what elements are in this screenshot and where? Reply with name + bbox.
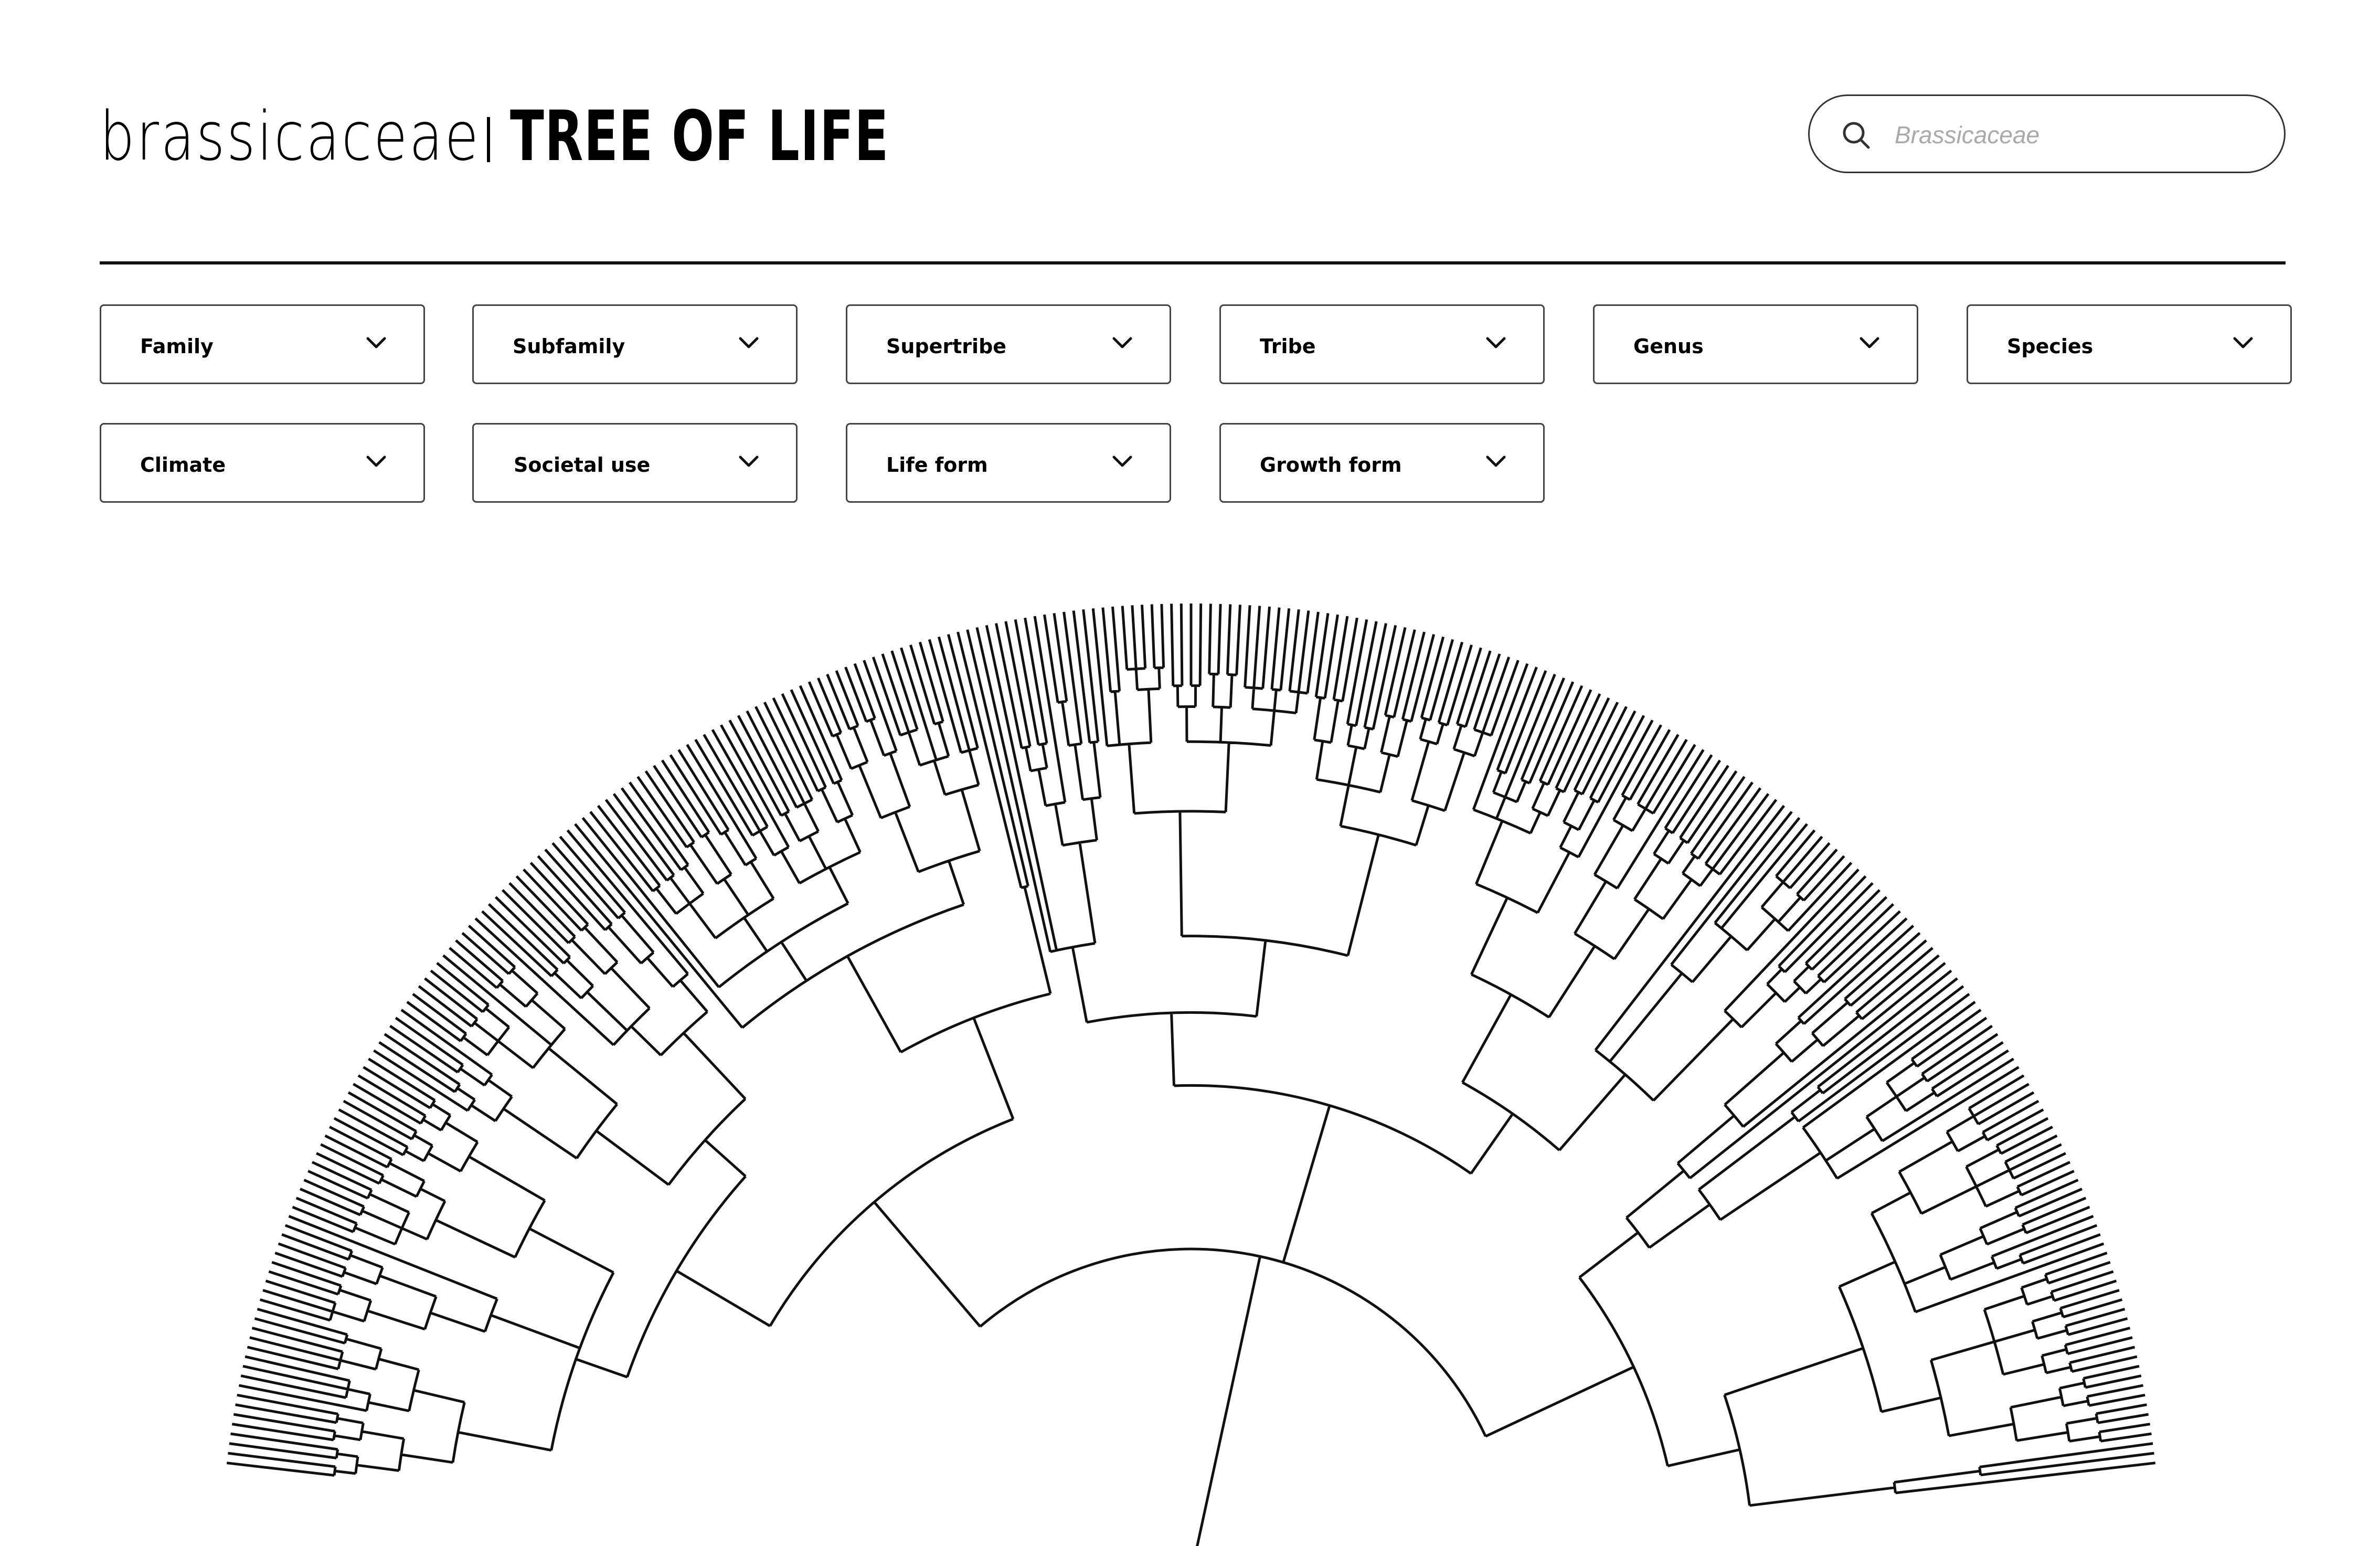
filter-tribe[interactable]: Tribe [1219,304,1545,384]
filter-species[interactable]: Species [1967,304,2292,384]
filter-label: Genus [1633,335,1704,358]
chevron-down-icon [366,337,386,348]
filter-label: Growth form [1260,453,1402,476]
filter-societal-use[interactable]: Societal use [472,423,798,503]
search-box[interactable] [1808,94,2286,173]
filter-label: Supertribe [886,335,1007,358]
filter-family[interactable]: Family [100,304,425,384]
brand-title: TREE OF LIFE [510,96,889,177]
tree-branches[interactable] [226,603,2156,1546]
chevron-down-icon [1486,456,1506,467]
tree-canvas[interactable] [0,551,2380,1546]
filter-label: Climate [140,453,226,476]
chevron-down-icon [1486,337,1506,348]
chevron-down-icon [739,337,759,348]
brand-separator [487,117,490,162]
brand-logo: brassicaceae TREE OF LIFE [100,92,1037,181]
filter-label: Life form [886,453,988,476]
filter-label: Subfamily [513,335,625,358]
chevron-down-icon [1860,337,1879,348]
filter-label: Species [2007,335,2094,358]
filter-label: Family [140,335,214,358]
chevron-down-icon [739,456,759,467]
header-divider [100,261,2286,264]
filter-label: Tribe [1260,335,1316,358]
filter-genus[interactable]: Genus [1593,304,1918,384]
filter-subfamily[interactable]: Subfamily [472,304,798,384]
brand-name: brassicaceae [100,97,481,176]
chevron-down-icon [366,456,386,467]
chevron-down-icon [1112,337,1132,348]
search-icon [1843,122,1870,149]
filter-climate[interactable]: Climate [100,423,425,503]
chevron-down-icon [1112,456,1132,467]
filter-growth-form[interactable]: Growth form [1219,423,1545,503]
filter-life-form[interactable]: Life form [846,423,1171,503]
filter-label: Societal use [514,453,651,476]
chevron-down-icon [2233,337,2253,348]
search-input[interactable] [1894,112,2252,158]
filter-supertribe[interactable]: Supertribe [846,304,1171,384]
phylogenetic-tree[interactable] [0,551,2380,1546]
